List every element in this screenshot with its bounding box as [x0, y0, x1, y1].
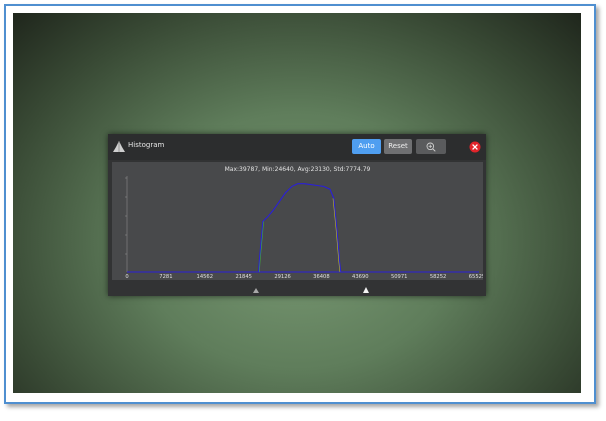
- title-bar: Histogram Auto Reset: [108, 134, 486, 160]
- x-tick-label: 43690: [352, 274, 369, 280]
- yellow-channel-line: [332, 198, 341, 273]
- x-tick-label: 58252: [430, 274, 447, 280]
- auto-button[interactable]: Auto: [352, 139, 381, 154]
- zoom-button[interactable]: [416, 139, 446, 154]
- x-tick-label: 0: [125, 274, 128, 280]
- close-icon[interactable]: [469, 141, 481, 153]
- green-channel-line: [259, 221, 264, 273]
- histogram-series-line: [127, 183, 479, 273]
- window-title: Histogram: [128, 141, 165, 149]
- zoom-in-icon: [426, 142, 436, 152]
- x-tick-label: 14562: [197, 274, 214, 280]
- x-tick-label: 50971: [391, 274, 408, 280]
- histogram-plot: Max:39787, Min:24640, Avg:23130, Std:777…: [112, 162, 483, 280]
- min-level-marker[interactable]: [253, 288, 259, 293]
- histogram-icon: [113, 141, 125, 152]
- histogram-window: Histogram Auto Reset Max:39787, Min:2464…: [108, 134, 486, 296]
- x-tick-label: 29126: [274, 274, 291, 280]
- histogram-chart: 0 7281 14562 21845 29126 36408 43690 50971 58252…: [125, 176, 483, 280]
- x-tick-label: 65525: [469, 274, 483, 280]
- x-tick-label: 7281: [159, 274, 172, 280]
- x-tick-label: 36408: [313, 274, 330, 280]
- max-level-marker[interactable]: [363, 287, 369, 293]
- reset-button[interactable]: Reset: [384, 139, 412, 154]
- x-tick-label: 21845: [235, 274, 252, 280]
